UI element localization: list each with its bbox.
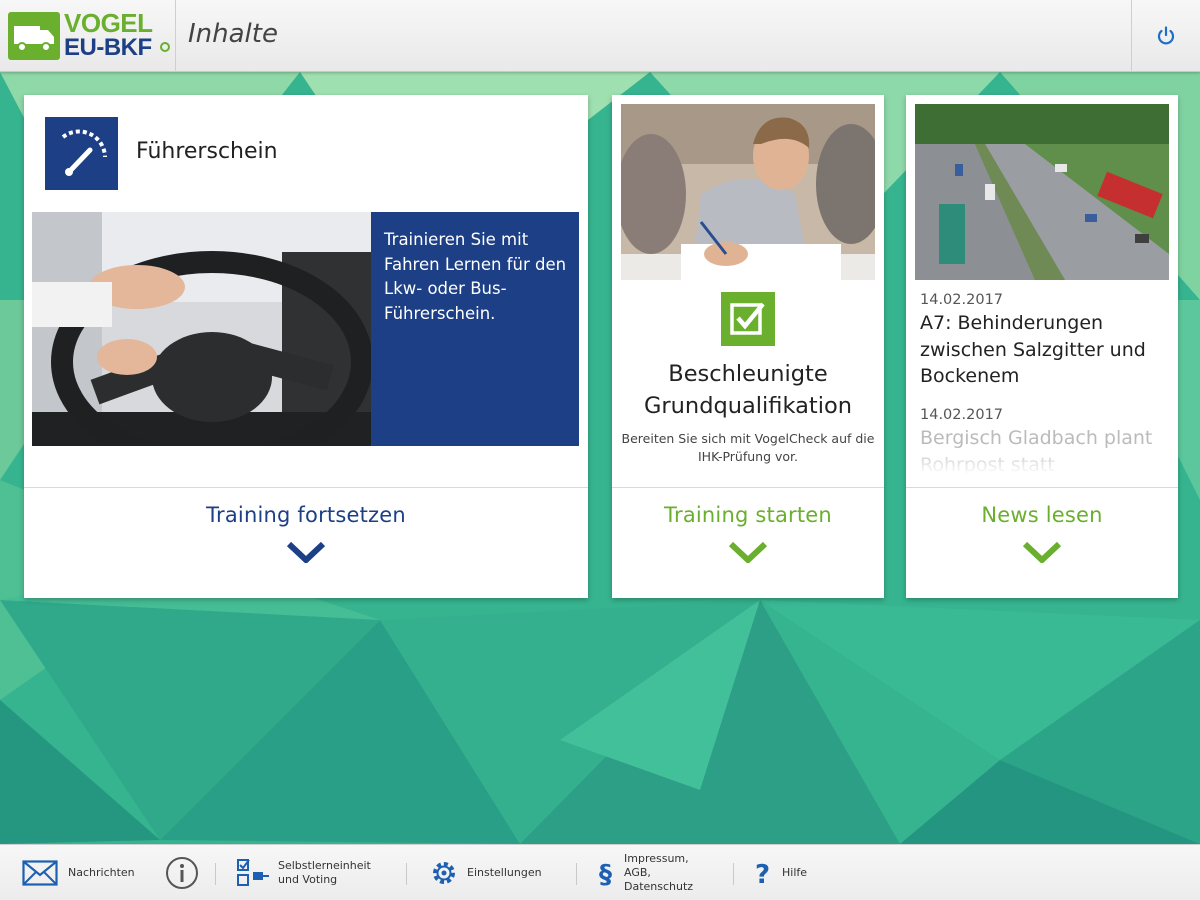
card-news[interactable]: 14.02.2017 A7: Behinderungen zwischen Sa… (906, 95, 1178, 598)
footer-label: Hilfe (782, 866, 808, 879)
news-lesen-button[interactable]: News lesen (906, 488, 1178, 598)
steering-wheel-photo (32, 212, 372, 446)
training-starten-button[interactable]: Training starten (612, 488, 884, 598)
power-icon (1157, 26, 1175, 45)
footer-label: Einstellungen (467, 866, 542, 879)
question-icon: ? (755, 860, 770, 888)
selbstlerneinheit-button[interactable]: Selbstlerneinheit und Voting (236, 845, 386, 900)
checkbox-icon (721, 292, 775, 346)
svg-text:§: § (599, 860, 612, 888)
action-label: News lesen (981, 503, 1103, 527)
card-title: Beschleunigte Grundqualifikation (643, 361, 852, 419)
card-description: Bereiten Sie sich mit VogelCheck auf die… (621, 431, 875, 464)
envelope-icon (22, 860, 58, 886)
hilfe-button[interactable]: ? Hilfe (754, 845, 807, 900)
truck-logo-icon (8, 12, 60, 60)
action-label: Training fortsetzen (206, 503, 406, 527)
impressum-button[interactable]: § Impressum, AGB, Datenschutz (598, 845, 704, 900)
training-fortsetzen-button[interactable]: Training fortsetzen (24, 488, 588, 598)
info-icon (166, 857, 198, 889)
logo-text-eu-bkf: EU-BKF (64, 34, 152, 61)
power-button[interactable] (1132, 0, 1200, 72)
footer-divider (215, 863, 216, 885)
footer-label: Nachrichten (68, 866, 135, 879)
speedometer-icon (45, 117, 118, 190)
footer-label: Impressum, AGB, Datenschutz (624, 852, 694, 893)
gear-icon (433, 862, 455, 884)
student-writing-photo (621, 104, 875, 280)
chevron-down-icon (287, 541, 325, 563)
card-description: Trainieren Sie mit Fahren Lernen für den… (371, 212, 579, 446)
highway-photo (915, 104, 1169, 280)
einstellungen-button[interactable]: Einstellungen (430, 845, 542, 900)
chevron-down-icon (1023, 541, 1061, 563)
paragraph-icon: § (599, 860, 612, 888)
header-divider (175, 0, 176, 72)
vogel-eu-bkf-logo: VOGEL EU-BKF (8, 10, 170, 62)
info-button[interactable] (165, 845, 199, 900)
footer-divider (406, 863, 407, 885)
footer-divider (576, 863, 577, 885)
news-date: 14.02.2017 (920, 292, 1004, 308)
footer-divider (733, 863, 734, 885)
logo-text-vogel: VOGEL (64, 8, 153, 38)
checklist-icon (237, 859, 269, 886)
app-header: VOGEL EU-BKF Inhalte (0, 0, 1200, 72)
news-headline: A7: Behinderungen zwischen Salzgitter un… (920, 312, 1146, 387)
card-grundqualifikation[interactable]: Beschleunigte Grundqualifikation Bereite… (612, 95, 884, 598)
svg-text:?: ? (755, 860, 770, 888)
card-fuehrerschein[interactable]: Führerschein Trainieren Sie mit Fahren L… (24, 95, 588, 598)
card-title: Führerschein (136, 139, 278, 164)
news-date: 14.02.2017 (920, 407, 1004, 423)
nachrichten-button[interactable]: Nachrichten (22, 845, 135, 900)
page-title: Inhalte (188, 19, 278, 49)
bottom-toolbar: Nachrichten Selbstlerneinheit und Voting… (0, 844, 1200, 900)
action-label: Training starten (664, 503, 832, 527)
footer-label: Selbstlerneinheit und Voting (278, 859, 371, 886)
chevron-down-icon (729, 541, 767, 563)
news-item[interactable]: 14.02.2017 A7: Behinderungen zwischen Sa… (920, 290, 1170, 390)
logo-ring-icon (160, 42, 170, 52)
news-item[interactable]: 14.02.2017 Bergisch Gladbach plant Rohrp… (920, 405, 1170, 475)
news-headline: Bergisch Gladbach plant Rohrpost statt (920, 427, 1153, 475)
